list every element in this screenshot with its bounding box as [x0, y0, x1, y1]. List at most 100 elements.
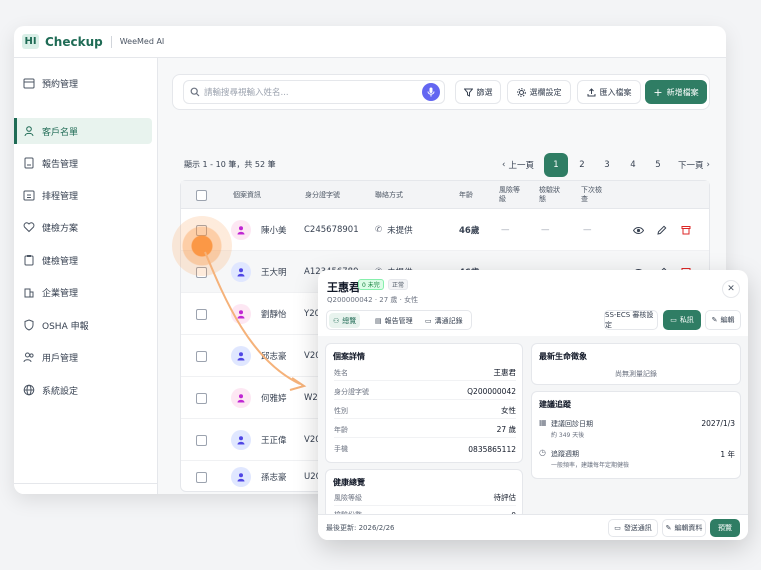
page-button-3[interactable]: 3 [595, 153, 619, 177]
document-icon: ▤ [375, 316, 382, 325]
field-row: 身分證字號 Q200000042 [334, 384, 516, 400]
header-client: 個案資訊 [233, 191, 261, 199]
user-icon [237, 436, 245, 445]
app-header: HI Checkup WeeMed AI [14, 26, 726, 58]
sidebar-item-users[interactable]: 用戶管理 [14, 344, 152, 370]
last-updated: 最後更新: 2026/2/26 [326, 524, 395, 532]
row-checkbox[interactable] [196, 392, 207, 404]
filter-icon [463, 88, 473, 97]
filter-button[interactable]: 篩選 [455, 80, 501, 104]
client-detail-panel: 王惠君 0 未完 正常 Q200000042 · 27 歲 · 女性 ✕ ⚇ 總覽… [318, 270, 748, 540]
header-id: 身分證字號 [305, 191, 340, 199]
tracking-card: 建議追蹤 ▦ 建議回診日期 約 349 天後 2027/1/3 ◷ 追蹤週期 一… [531, 391, 741, 479]
edit-icon: ✎ [711, 316, 718, 324]
avatar [231, 467, 251, 487]
edit-data-label: 編輯資料 [674, 524, 703, 532]
field-label: 身分證字號 [334, 387, 369, 396]
client-contact: 未提供 [387, 226, 413, 236]
user-icon [237, 473, 245, 482]
prev-page-label: 上一頁 [508, 161, 534, 171]
card-title: 最新生命徵象 [539, 352, 587, 361]
card-title: 建議追蹤 [539, 400, 571, 409]
field-row: 手機 0835865112 [334, 441, 516, 457]
tag-badge: 正常 [388, 279, 409, 290]
header-contact: 聯絡方式 [375, 191, 403, 199]
edit-profile-button[interactable]: ✎ 編輯 [705, 310, 741, 330]
user-icon [237, 394, 245, 403]
select-all-checkbox[interactable] [196, 181, 207, 209]
gear-icon [516, 87, 526, 97]
sidebar-item-label: OSHA 申報 [42, 321, 89, 332]
preview-button[interactable]: 預覽 [710, 519, 740, 537]
field-label: 風險等級 [334, 493, 362, 502]
sidebar-item-reports[interactable]: 報告管理 [14, 150, 152, 176]
tracking-sub: 一般頻率，建議每年定期健檢 [551, 462, 630, 469]
sidebar-item-clients[interactable]: 客戶名單 [14, 118, 152, 144]
tracking-value: 1 年 [720, 450, 735, 459]
field-row: 風險等級 待評估 [334, 490, 516, 506]
import-button[interactable]: 匯入檔案 [577, 80, 641, 104]
logo-icon: HI [22, 34, 39, 49]
calendar-icon [23, 78, 35, 89]
row-checkbox[interactable] [196, 350, 207, 362]
send-notice-button[interactable]: ▭ 發送通訊 [608, 519, 658, 537]
detail-subtitle: Q200000042 · 27 歲 · 女性 [327, 296, 419, 304]
vitals-empty: 尚無測量記錄 [615, 370, 657, 378]
tab-communications[interactable]: ▭ 溝通記錄 [421, 313, 467, 328]
clipboard-icon [24, 255, 34, 266]
checkbox[interactable] [196, 189, 207, 201]
sidebar-item-osha[interactable]: OSHA 申報 [14, 312, 152, 338]
table-row[interactable]: 陳小美 C245678901 ✆ 未提供 46歲 — — — [181, 209, 709, 251]
prev-page-button[interactable]: ‹ 上一頁 [498, 153, 538, 177]
search-input[interactable]: 請輸搜尋視輸入姓名... [183, 80, 445, 104]
columns-button[interactable]: 選欄設定 [507, 80, 571, 104]
trash-icon [681, 226, 691, 235]
report-icon [24, 157, 34, 169]
basic-info-card: 個案詳情 姓名 王惠君 身分證字號 Q200000042 性別 女性 年齡 27 歲 手… [325, 343, 523, 463]
field-row: 性別 女性 [334, 403, 516, 419]
tab-reports[interactable]: ▤ 報告管理 [371, 313, 417, 328]
client-name: 陳小美 [261, 226, 287, 236]
header-divider [110, 35, 112, 48]
pagination-summary: 顯示 1 - 10 筆，共 52 筆 [184, 160, 276, 169]
mic-button[interactable] [422, 83, 440, 101]
page-button-5[interactable]: 5 [646, 153, 670, 177]
add-record-button[interactable]: + 新增檔案 [645, 80, 707, 104]
clock-icon: ◷ [539, 448, 546, 457]
tab-label: 溝通記錄 [434, 316, 463, 325]
sidebar-item-schedule[interactable]: 排程管理 [14, 182, 152, 208]
edit-data-button[interactable]: ✎ 編輯資料 [662, 519, 706, 537]
avatar [231, 262, 251, 282]
field-value: 0835865112 [468, 444, 516, 454]
edit-button[interactable] [657, 209, 667, 251]
page-button-4[interactable]: 4 [621, 153, 645, 177]
row-checkbox[interactable] [196, 434, 207, 446]
review-settings-button[interactable]: SS-ECS 審核設定 [604, 310, 658, 330]
tab-label: 總覽 [342, 316, 357, 325]
sidebar-item-checkups[interactable]: 健檢管理 [14, 247, 152, 273]
chevron-left-icon: ‹ [502, 160, 506, 170]
sidebar-item-label: 健檢管理 [42, 256, 79, 267]
row-checkbox[interactable] [196, 308, 207, 320]
tab-overview[interactable]: ⚇ 總覽 [329, 313, 361, 328]
row-checkbox[interactable] [196, 471, 207, 483]
upload-icon [587, 87, 595, 96]
globe-icon [23, 384, 35, 396]
pencil-icon [657, 225, 667, 235]
sidebar-item-enterprise[interactable]: 企業管理 [14, 279, 152, 305]
page-button-2[interactable]: 2 [570, 153, 594, 177]
delete-button[interactable] [681, 209, 691, 251]
close-button[interactable]: ✕ [722, 280, 740, 298]
message-button[interactable]: ▭ 私訊 [663, 310, 701, 330]
edit-label: 編輯 [720, 316, 735, 324]
app-subtitle: WeeMed AI [119, 37, 165, 46]
sidebar-item-plans[interactable]: 健檢方案 [14, 214, 152, 240]
next-page-button[interactable]: 下一頁 › [674, 153, 714, 177]
status-badge: 0 未完 [358, 279, 384, 290]
sidebar-item-appointments[interactable]: 預約管理 [14, 70, 152, 96]
view-button[interactable] [633, 209, 644, 251]
sidebar-item-settings[interactable]: 系統設定 [14, 377, 152, 403]
field-label: 年齡 [334, 425, 348, 434]
filter-label: 篩選 [476, 87, 493, 97]
page-button-1[interactable]: 1 [544, 153, 568, 177]
